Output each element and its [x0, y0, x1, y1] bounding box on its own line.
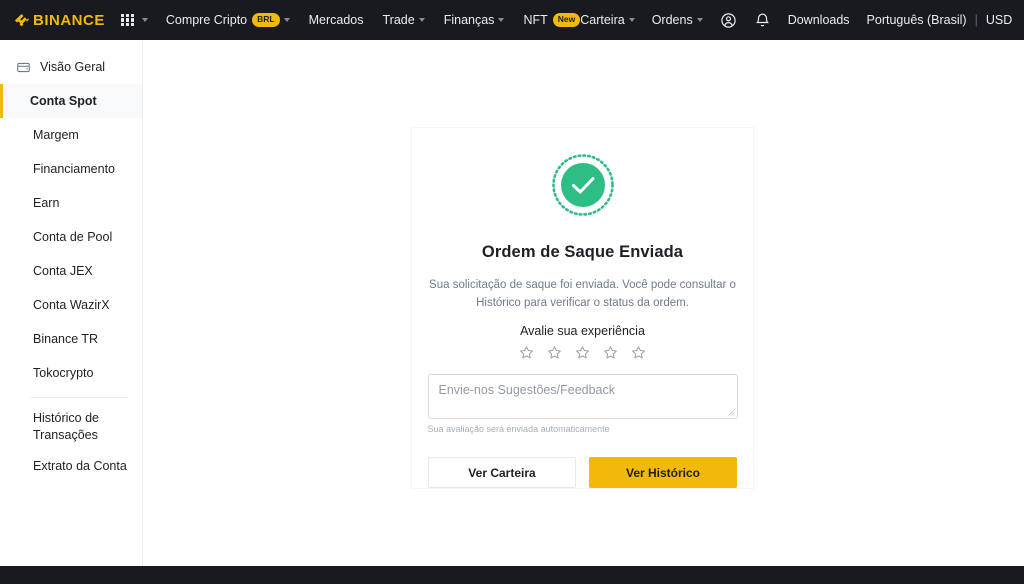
nav-item-downloads[interactable]: Downloads: [788, 13, 850, 27]
page-title: Ordem de Saque Enviada: [481, 243, 684, 261]
nav-item-currency[interactable]: USD: [986, 13, 1012, 27]
main-content: Ordem de Saque Enviada Sua solicitação d…: [143, 40, 1024, 566]
sidebar-item-conta-jex[interactable]: Conta JEX: [0, 254, 142, 288]
nav-label: Compre Cripto: [165, 13, 248, 27]
chevron-down-icon: [283, 18, 290, 22]
sidebar-item-label: Visão Geral: [40, 60, 106, 74]
sidebar-item-label: Tokocrypto: [33, 366, 94, 380]
star-outline-icon-4[interactable]: [603, 345, 618, 360]
sidebar-item-label: Earn: [33, 196, 60, 210]
sidebar-item-tokocrypto[interactable]: Tokocrypto: [0, 356, 142, 390]
ver-historico-button[interactable]: Ver Histórico: [589, 457, 737, 488]
nav-label: Finanças: [443, 13, 495, 27]
page-body: Visão Geral Conta Spot Margem Financiame…: [0, 40, 1024, 566]
footer-bar: [0, 566, 1024, 584]
currency-badge: BRL: [252, 13, 280, 27]
top-navigation-bar: BINANCE Compre Cripto BRL Mercados Trade…: [0, 0, 1024, 40]
nav-item-carteira[interactable]: Carteira: [580, 13, 635, 27]
primary-nav: Compre Cripto BRL Mercados Trade Finança…: [166, 13, 581, 27]
nav-label: Mercados: [308, 13, 364, 27]
sidebar-item-conta-de-pool[interactable]: Conta de Pool: [0, 220, 142, 254]
apps-grid-button[interactable]: [120, 13, 148, 27]
rating-label: Avalie sua experiência: [520, 324, 645, 339]
star-outline-icon-1[interactable]: [519, 345, 534, 360]
sidebar-navigation: Visão Geral Conta Spot Margem Financiame…: [0, 40, 143, 566]
sidebar-item-label: Conta WazirX: [33, 298, 110, 312]
nav-label: NFT: [523, 13, 548, 27]
card-description: Sua solicitação de saque foi enviada. Vo…: [429, 279, 736, 310]
star-outline-icon-2[interactable]: [547, 345, 562, 360]
sidebar-item-label: Conta de Pool: [33, 230, 113, 244]
sidebar-item-label: Conta Spot: [30, 94, 97, 108]
nav-item-financas[interactable]: Finanças: [444, 13, 505, 27]
sidebar-item-extrato-da-conta[interactable]: Extrato da Conta: [0, 449, 142, 483]
chevron-down-icon: [418, 18, 425, 22]
sidebar-item-visao-geral[interactable]: Visão Geral: [0, 50, 142, 84]
success-check-icon: [551, 154, 614, 216]
sidebar-item-binance-tr[interactable]: Binance TR: [0, 322, 142, 356]
nav-label: Ordens: [651, 13, 693, 27]
card-actions: Ver Carteira Ver Histórico: [428, 457, 737, 488]
feedback-placeholder: Envie-nos Sugestões/Feedback: [438, 383, 616, 398]
sidebar-divider: [30, 397, 128, 398]
rating-stars: [519, 345, 646, 360]
feedback-hint: Sua avaliação será enviada automaticamen…: [427, 424, 610, 434]
sidebar-item-label: Histórico de Transações: [33, 411, 99, 442]
bell-icon[interactable]: [754, 12, 771, 29]
chevron-down-icon: [498, 18, 505, 22]
secondary-nav: Carteira Ordens Downloads Português (Bra…: [580, 12, 1012, 29]
nav-item-nft[interactable]: NFT New: [523, 13, 581, 27]
chevron-down-icon: [696, 18, 703, 22]
resize-handle-icon[interactable]: [727, 409, 735, 416]
sidebar-item-label: Extrato da Conta: [33, 458, 127, 473]
chevron-down-icon: [141, 18, 148, 22]
wallet-icon: [17, 62, 30, 72]
sidebar-item-earn[interactable]: Earn: [0, 186, 142, 220]
feedback-textarea[interactable]: Envie-nos Sugestões/Feedback: [427, 374, 738, 419]
nav-label: Carteira: [580, 13, 625, 27]
nav-item-compre-cripto[interactable]: Compre Cripto BRL: [166, 13, 290, 27]
nav-item-ordens[interactable]: Ordens: [652, 13, 703, 27]
sidebar-item-financiamento[interactable]: Financiamento: [0, 152, 142, 186]
sidebar-item-margem[interactable]: Margem: [0, 118, 142, 152]
grid-apps-icon: [120, 13, 134, 27]
sidebar-item-label: Margem: [33, 128, 79, 142]
sidebar-item-label: Conta JEX: [33, 264, 93, 278]
star-outline-icon-5[interactable]: [631, 345, 646, 360]
star-outline-icon-3[interactable]: [575, 345, 590, 360]
nav-item-language[interactable]: Português (Brasil): [867, 13, 967, 27]
nav-item-mercados[interactable]: Mercados: [309, 13, 364, 27]
sidebar-item-label: Binance TR: [33, 332, 99, 346]
sidebar-item-label: Financiamento: [33, 162, 115, 176]
nav-separator: |: [974, 13, 978, 27]
sidebar-item-conta-spot[interactable]: Conta Spot: [0, 84, 142, 118]
ver-carteira-button[interactable]: Ver Carteira: [428, 457, 576, 488]
nav-item-trade[interactable]: Trade: [383, 13, 425, 27]
sidebar-item-conta-wazirx[interactable]: Conta WazirX: [0, 288, 142, 322]
nav-label: Trade: [382, 13, 415, 27]
user-circle-icon[interactable]: [720, 12, 737, 29]
binance-logo[interactable]: BINANCE: [14, 12, 105, 29]
sidebar-item-historico-de-transacoes[interactable]: Histórico de Transações: [0, 405, 142, 449]
binance-diamond-icon: [14, 13, 29, 26]
withdrawal-success-card: Ordem de Saque Enviada Sua solicitação d…: [411, 127, 754, 489]
brand-name: BINANCE: [33, 11, 105, 29]
new-badge: New: [552, 13, 581, 27]
chevron-down-icon: [628, 18, 635, 22]
